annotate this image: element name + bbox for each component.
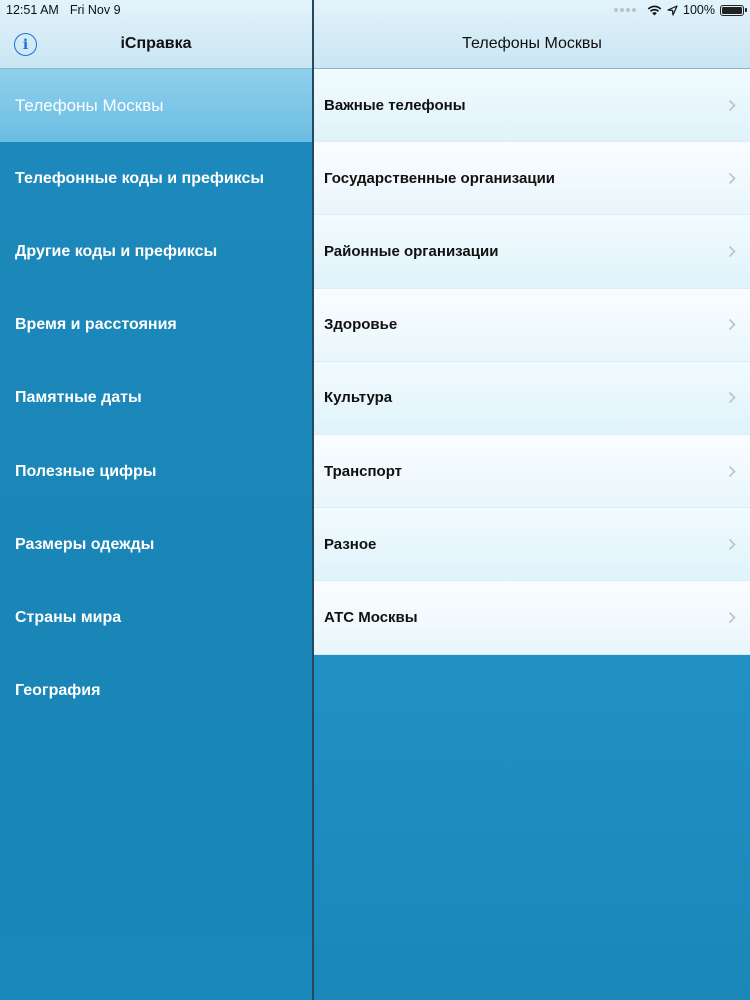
sidebar-item-label: Памятные даты xyxy=(15,389,142,407)
list-item[interactable]: Здоровье xyxy=(314,288,750,362)
status-date: Fri Nov 9 xyxy=(69,3,121,17)
battery-icon xyxy=(720,4,747,16)
list-item-label: АТС Москвы xyxy=(324,608,418,626)
sidebar-item[interactable]: Полезные цифры xyxy=(0,435,312,508)
sidebar-item-label: Полезные цифры xyxy=(15,462,157,480)
chevron-right-icon xyxy=(728,392,736,404)
sidebar-item-label: Другие коды и префиксы xyxy=(15,242,218,260)
sidebar-item[interactable]: Памятные даты xyxy=(0,362,312,435)
sidebar-item[interactable]: Размеры одежды xyxy=(0,508,312,581)
signal-icon xyxy=(614,8,637,12)
location-arrow-icon xyxy=(667,4,678,16)
list-item[interactable]: Районные организации xyxy=(314,215,750,289)
list-item[interactable]: Важные телефоны xyxy=(314,69,750,143)
sidebar-item[interactable]: Время и расстояния xyxy=(0,289,312,362)
sidebar-item-label: Время и расстояния xyxy=(15,316,177,334)
sidebar-item[interactable]: Страны мира xyxy=(0,581,312,654)
sidebar-item[interactable]: Телефоны Москвы xyxy=(0,69,312,143)
detail-list: Важные телефоны Государственные организац… xyxy=(314,69,750,655)
chevron-right-icon xyxy=(728,319,736,331)
list-item-label: Здоровье xyxy=(324,316,398,334)
wifi-icon xyxy=(647,5,662,15)
detail-title: Телефоны Москвы xyxy=(462,35,602,52)
list-item[interactable]: АТС Москвы xyxy=(314,581,750,655)
status-bar: 12:51 AM Fri Nov 9 100% xyxy=(0,0,750,20)
chevron-right-icon xyxy=(728,172,736,184)
list-item-label: Государственные организации xyxy=(324,169,556,187)
sidebar-item-label: Телефонные коды и префиксы xyxy=(15,169,265,187)
sidebar-title: iСправка xyxy=(120,35,192,52)
sidebar: i iСправка Телефоны Москвы Телефонные код… xyxy=(0,0,312,1000)
chevron-right-icon xyxy=(728,538,736,550)
battery-percent: 100% xyxy=(683,3,715,17)
sidebar-item[interactable]: География xyxy=(0,655,312,728)
chevron-right-icon xyxy=(728,245,736,258)
chevron-right-icon xyxy=(728,611,736,623)
sidebar-menu: Телефоны Москвы Телефонные коды и префикс… xyxy=(0,69,312,728)
sidebar-item[interactable]: Телефонные коды и префиксы xyxy=(0,142,312,215)
list-item-label: Разное xyxy=(324,535,377,553)
list-item[interactable]: Культура xyxy=(314,361,750,435)
list-item-label: Культура xyxy=(324,389,393,407)
list-item-label: Транспорт xyxy=(324,462,403,480)
detail-panel: Телефоны Москвы Важные телефоны Государст… xyxy=(314,0,750,1000)
chevron-right-icon xyxy=(728,99,736,111)
status-time: 12:51 AM xyxy=(6,3,59,17)
sidebar-item-label: Телефоны Москвы xyxy=(15,95,164,115)
list-item[interactable]: Транспорт xyxy=(314,434,750,509)
sidebar-item[interactable]: Другие коды и префиксы xyxy=(0,215,312,288)
split-divider xyxy=(312,0,314,1000)
sidebar-item-label: Размеры одежды xyxy=(15,535,155,553)
sidebar-item-label: Страны мира xyxy=(15,608,122,626)
chevron-right-icon xyxy=(728,465,736,477)
list-item-label: Районные организации xyxy=(324,242,499,260)
list-item[interactable]: Государственные организации xyxy=(314,142,750,216)
list-item-label: Важные телефоны xyxy=(324,96,466,114)
list-item[interactable]: Разное xyxy=(314,508,750,582)
sidebar-item-label: География xyxy=(15,682,101,700)
